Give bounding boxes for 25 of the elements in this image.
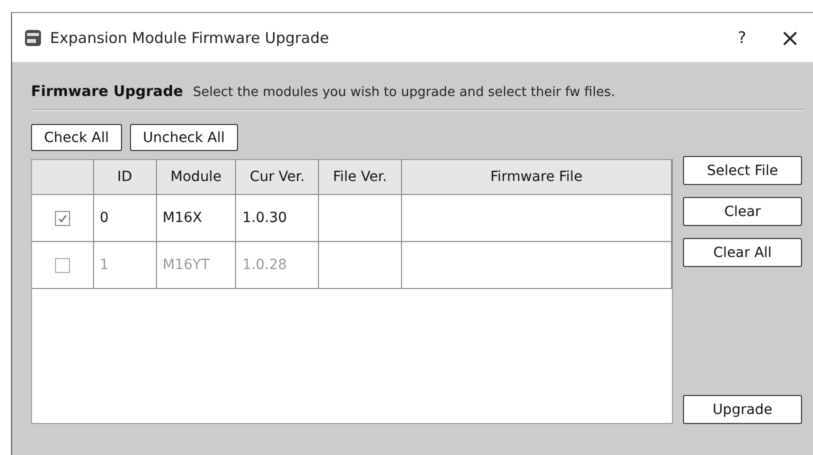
- checkmark-icon: [56, 212, 68, 224]
- column-header[interactable]: Module: [156, 160, 236, 195]
- select-file-button[interactable]: Select File: [683, 156, 802, 185]
- clear-all-button[interactable]: Clear All: [683, 238, 802, 267]
- check-all-button[interactable]: Check All: [31, 124, 122, 151]
- section-description: Select the modules you wish to upgrade and select their fw files.: [193, 85, 615, 100]
- row-checkbox[interactable]: [54, 210, 70, 226]
- uncheck-all-button[interactable]: Uncheck All: [130, 124, 238, 151]
- table-cell: 1: [94, 242, 157, 289]
- column-header[interactable]: ID: [94, 160, 157, 195]
- column-header[interactable]: File Ver.: [319, 160, 402, 195]
- table-cell: M16X: [156, 195, 236, 242]
- column-header[interactable]: Cur Ver.: [236, 160, 320, 195]
- table-cell: 1.0.28: [236, 242, 320, 289]
- window-title: Expansion Module Firmware Upgrade: [50, 28, 330, 46]
- table-cell: 0: [94, 195, 157, 242]
- table-cell: M16YT: [156, 242, 236, 289]
- app-icon: [24, 28, 42, 46]
- column-header[interactable]: Firmware File: [402, 160, 672, 195]
- section-title: Firmware Upgrade: [31, 84, 184, 100]
- upgrade-button[interactable]: Upgrade: [683, 395, 802, 424]
- help-button[interactable]: ?: [722, 28, 762, 47]
- clear-button[interactable]: Clear: [683, 197, 802, 226]
- close-button[interactable]: ×: [770, 24, 810, 52]
- table-cell: 1.0.30: [236, 195, 320, 242]
